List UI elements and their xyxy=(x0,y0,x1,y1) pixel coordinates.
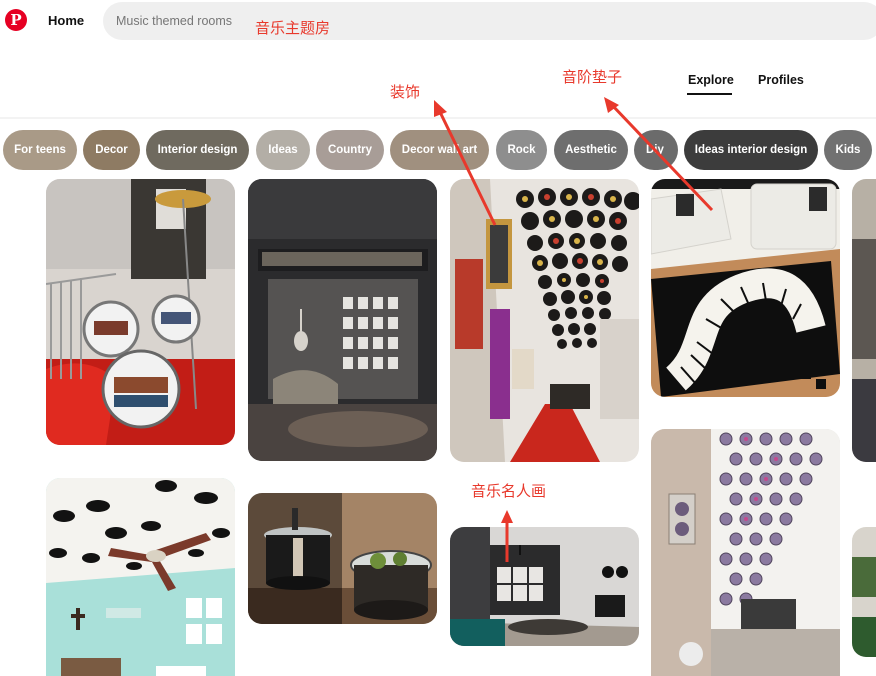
annotation-portrait-note: 音乐名人画 xyxy=(471,482,547,500)
pin-vinyl-record-hallway[interactable] xyxy=(450,179,639,462)
pin-right-edge-partial-bottom[interactable] xyxy=(852,527,876,657)
annotation-decor-note: 装饰 xyxy=(390,83,421,101)
pin-right-edge-partial-image xyxy=(852,179,876,462)
annotation-search-note: 音乐主题房 xyxy=(255,19,331,37)
chip-decor-wall-art[interactable]: Decor wall art xyxy=(390,130,489,170)
tab-explore-underline xyxy=(687,93,732,95)
pin-drum-tables-image xyxy=(248,493,437,624)
pin-dark-music-lounge-image xyxy=(248,179,437,461)
pin-vinyl-ceiling-nursery[interactable] xyxy=(46,478,235,676)
chip-ideas[interactable]: Ideas xyxy=(256,130,310,170)
pinterest-logo-letter: P xyxy=(10,10,22,29)
pin-vinyl-ceiling-nursery-image xyxy=(46,478,235,676)
pin-piano-key-rug[interactable] xyxy=(651,179,840,397)
search-input[interactable] xyxy=(116,2,246,40)
chip-for-teens[interactable]: For teens xyxy=(3,130,77,170)
search-bar[interactable] xyxy=(103,2,876,40)
pin-portrait-wall-room[interactable] xyxy=(450,527,639,646)
chip-interior-design[interactable]: Interior design xyxy=(146,130,249,170)
chip-diy[interactable]: Diy xyxy=(634,130,678,170)
pin-cd-curtain[interactable] xyxy=(651,429,840,676)
pinterest-logo[interactable]: P xyxy=(5,9,27,31)
chip-kids[interactable]: Kids xyxy=(824,130,872,170)
pin-piano-key-rug-image xyxy=(651,179,840,397)
header-divider xyxy=(0,117,876,119)
chip-ideas-interior-design[interactable]: Ideas interior design xyxy=(684,130,818,170)
home-link[interactable]: Home xyxy=(48,13,84,28)
pin-drum-bookshelf[interactable] xyxy=(46,179,235,445)
annotation-mat-note: 音阶垫子 xyxy=(562,68,623,86)
pin-dark-music-lounge[interactable] xyxy=(248,179,437,461)
pin-cd-curtain-image xyxy=(651,429,840,676)
chip-decor[interactable]: Decor xyxy=(83,130,140,170)
pin-portrait-wall-room-image xyxy=(450,527,639,646)
chip-country[interactable]: Country xyxy=(316,130,384,170)
tab-explore[interactable]: Explore xyxy=(688,73,734,87)
pin-right-edge-partial[interactable] xyxy=(852,179,876,462)
tab-profiles[interactable]: Profiles xyxy=(758,73,804,87)
chip-rock[interactable]: Rock xyxy=(496,130,547,170)
pin-drum-tables[interactable] xyxy=(248,493,437,624)
pin-drum-bookshelf-image xyxy=(46,179,235,445)
chip-aesthetic[interactable]: Aesthetic xyxy=(554,130,628,170)
pin-right-edge-partial-bottom-image xyxy=(852,527,876,657)
pin-vinyl-record-hallway-image xyxy=(450,179,639,462)
